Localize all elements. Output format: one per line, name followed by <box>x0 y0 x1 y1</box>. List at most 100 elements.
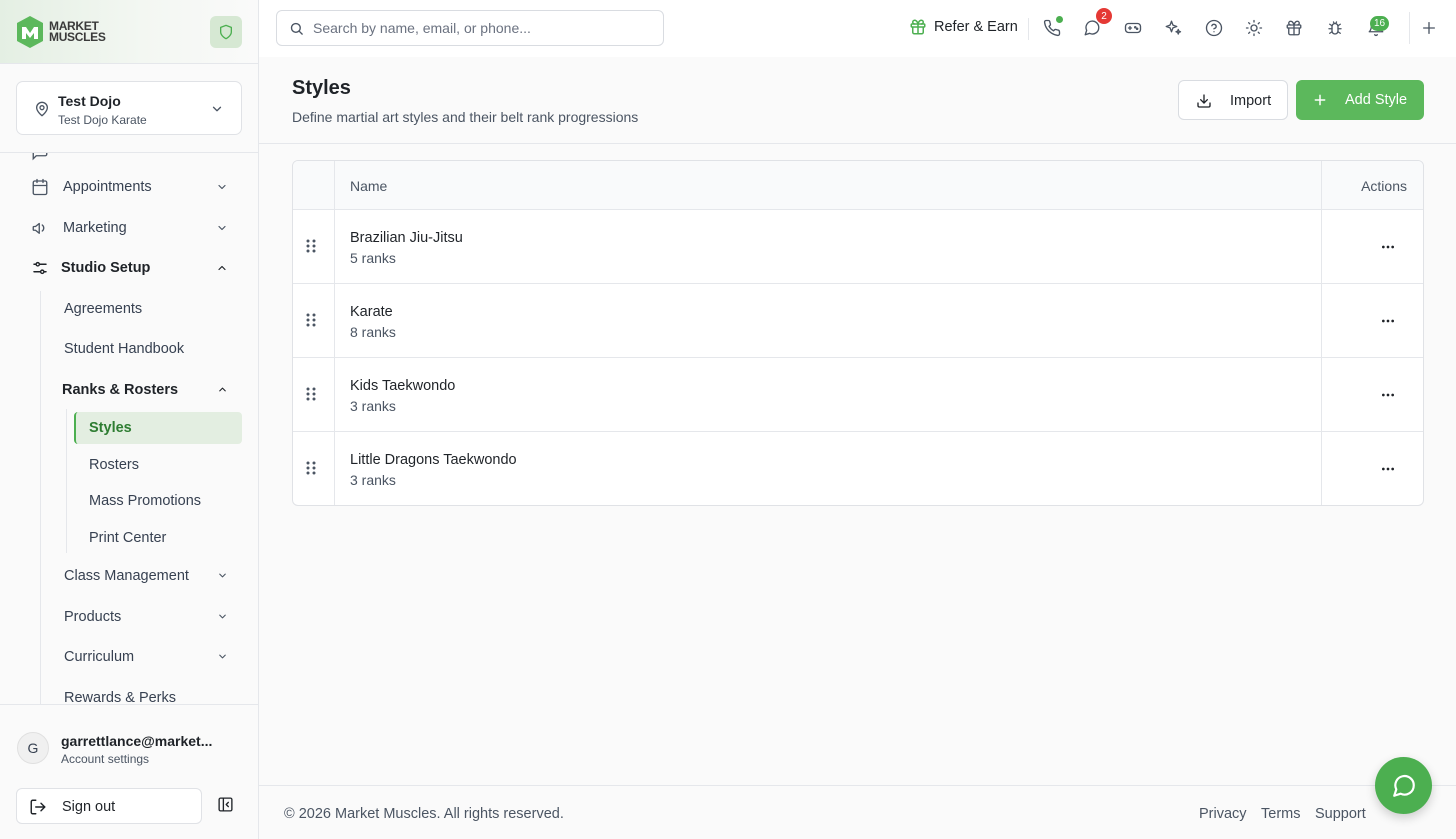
account-email[interactable]: garrettlance@market... <box>61 733 212 749</box>
shield-icon <box>220 24 232 40</box>
online-status-dot <box>1056 16 1063 23</box>
style-name: Karate <box>350 304 393 320</box>
account-settings-link[interactable]: Account settings <box>61 752 149 766</box>
message-icon <box>32 153 48 161</box>
map-pin-icon <box>36 101 48 117</box>
collapse-sidebar-icon[interactable] <box>217 796 234 813</box>
drag-handle-icon[interactable] <box>305 312 317 328</box>
page-subtitle: Define martial art styles and their belt… <box>292 109 639 125</box>
brand-logo[interactable]: MARKET MUSCLES <box>16 15 106 49</box>
sidebar-header: MARKET MUSCLES <box>0 0 258 64</box>
import-label: Import <box>1230 93 1272 109</box>
page-title: Styles <box>292 77 351 99</box>
drag-handle-icon[interactable] <box>305 460 317 476</box>
sidebar-item-rosters[interactable]: Rosters <box>89 457 139 473</box>
chevron-up-icon <box>218 265 226 271</box>
sidebar-item-mass-promotions[interactable]: Mass Promotions <box>89 493 201 509</box>
sidebar-item-label: Marketing <box>63 220 127 236</box>
chevron-down-icon <box>219 654 226 659</box>
sidebar-item-agreements[interactable]: Agreements <box>64 301 142 317</box>
brand-line2: MUSCLES <box>49 30 106 44</box>
chevron-up-icon <box>219 387 226 392</box>
sidebar-item-styles[interactable]: Styles <box>89 420 132 436</box>
drag-handle-icon[interactable] <box>305 386 317 402</box>
table-row[interactable]: Brazilian Jiu-Jitsu 5 ranks <box>293 210 1423 284</box>
topbar-divider <box>1409 12 1410 44</box>
location-switcher[interactable]: Test Dojo Test Dojo Karate <box>16 81 242 135</box>
sidebar-item-student-handbook[interactable]: Student Handbook <box>64 341 184 357</box>
search-input[interactable] <box>313 11 653 45</box>
sidebar-item-label: Products <box>64 609 122 625</box>
help-icon[interactable] <box>1205 19 1223 37</box>
sidebar-item-label: Appointments <box>63 179 152 195</box>
column-divider <box>334 161 335 505</box>
notifications-badge: 16 <box>1370 16 1390 31</box>
sidebar-item-label: Curriculum <box>64 649 135 665</box>
top-bar: Refer & Earn 2 16 <box>259 0 1456 57</box>
sidebar-item-rewards-perks[interactable]: Rewards & Perks <box>64 690 176 704</box>
column-header-name[interactable]: Name <box>350 178 387 194</box>
drag-handle-icon[interactable] <box>305 238 317 254</box>
sun-icon[interactable] <box>1245 19 1263 37</box>
more-actions-icon[interactable] <box>1380 461 1396 477</box>
plus-icon[interactable] <box>1421 20 1437 36</box>
sidebar: MARKET MUSCLES Test Dojo Test Dojo Karat… <box>0 0 259 839</box>
style-name: Little Dragons Taekwondo <box>350 452 517 468</box>
plus-icon <box>1314 94 1326 106</box>
style-name: Kids Taekwondo <box>350 378 456 394</box>
chevron-down-icon <box>219 573 226 578</box>
styles-table: Name Actions Brazilian Jiu-Jitsu 5 ranks… <box>292 160 1424 506</box>
style-name: Brazilian Jiu-Jitsu <box>350 230 463 246</box>
more-actions-icon[interactable] <box>1380 313 1396 329</box>
topbar-divider <box>1028 18 1029 40</box>
privacy-link[interactable]: Privacy <box>1199 806 1247 822</box>
table-row[interactable]: Kids Taekwondo 3 ranks <box>293 358 1423 432</box>
column-divider <box>1321 161 1322 505</box>
calendar-icon <box>32 178 48 196</box>
terms-link[interactable]: Terms <box>1261 806 1300 822</box>
more-actions-icon[interactable] <box>1380 387 1396 403</box>
chat-bubble-icon <box>1392 774 1415 797</box>
location-subtitle: Test Dojo Karate <box>58 113 147 127</box>
chevron-down-icon <box>219 614 226 619</box>
gamepad-icon[interactable] <box>1124 19 1142 37</box>
chat-button[interactable] <box>1375 757 1432 814</box>
style-rank-count: 5 ranks <box>350 250 396 266</box>
table-row[interactable]: Karate 8 ranks <box>293 284 1423 358</box>
log-out-icon <box>30 799 46 815</box>
table-row[interactable]: Little Dragons Taekwondo 3 ranks <box>293 432 1423 505</box>
copyright-text: © 2026 Market Muscles. All rights reserv… <box>284 806 564 822</box>
refer-earn-label: Refer & Earn <box>934 19 1018 35</box>
more-actions-icon[interactable] <box>1380 239 1396 255</box>
import-button[interactable]: Import <box>1178 80 1288 120</box>
page-footer: © 2026 Market Muscles. All rights reserv… <box>259 785 1456 839</box>
sidebar-item-label: Studio Setup <box>61 260 151 276</box>
sidebar-item-label: Class Management <box>64 568 189 584</box>
admin-shield-button[interactable] <box>210 16 242 48</box>
search-icon <box>290 22 303 35</box>
sidebar-footer: G garrettlance@market... Account setting… <box>0 704 258 839</box>
support-link[interactable]: Support <box>1315 806 1366 822</box>
style-rank-count: 3 ranks <box>350 398 396 414</box>
search-box <box>276 10 664 46</box>
sidebar-item-label: Ranks & Rosters <box>62 382 179 398</box>
avatar[interactable]: G <box>17 732 49 764</box>
sign-out-label: Sign out <box>62 799 116 815</box>
add-style-label: Add Style <box>1345 92 1408 108</box>
add-style-button[interactable]: Add Style <box>1296 80 1424 120</box>
style-rank-count: 3 ranks <box>350 472 396 488</box>
bug-icon[interactable] <box>1326 19 1344 37</box>
refer-earn-button[interactable]: Refer & Earn <box>909 18 1018 36</box>
market-muscles-logo-icon <box>17 16 43 48</box>
gift-icon <box>910 19 926 35</box>
location-name: Test Dojo <box>58 93 121 109</box>
tree-guide-line <box>66 409 67 553</box>
sign-out-button[interactable]: Sign out <box>16 788 202 824</box>
page-header: Styles Define martial art styles and the… <box>259 57 1456 144</box>
sidebar-item-print-center[interactable]: Print Center <box>89 530 166 546</box>
gift-icon[interactable] <box>1285 19 1303 37</box>
brand-wordmark: MARKET MUSCLES <box>49 20 106 44</box>
sparkles-icon[interactable] <box>1164 19 1182 37</box>
table-header: Name Actions <box>293 161 1423 210</box>
chevron-down-icon <box>212 106 222 112</box>
